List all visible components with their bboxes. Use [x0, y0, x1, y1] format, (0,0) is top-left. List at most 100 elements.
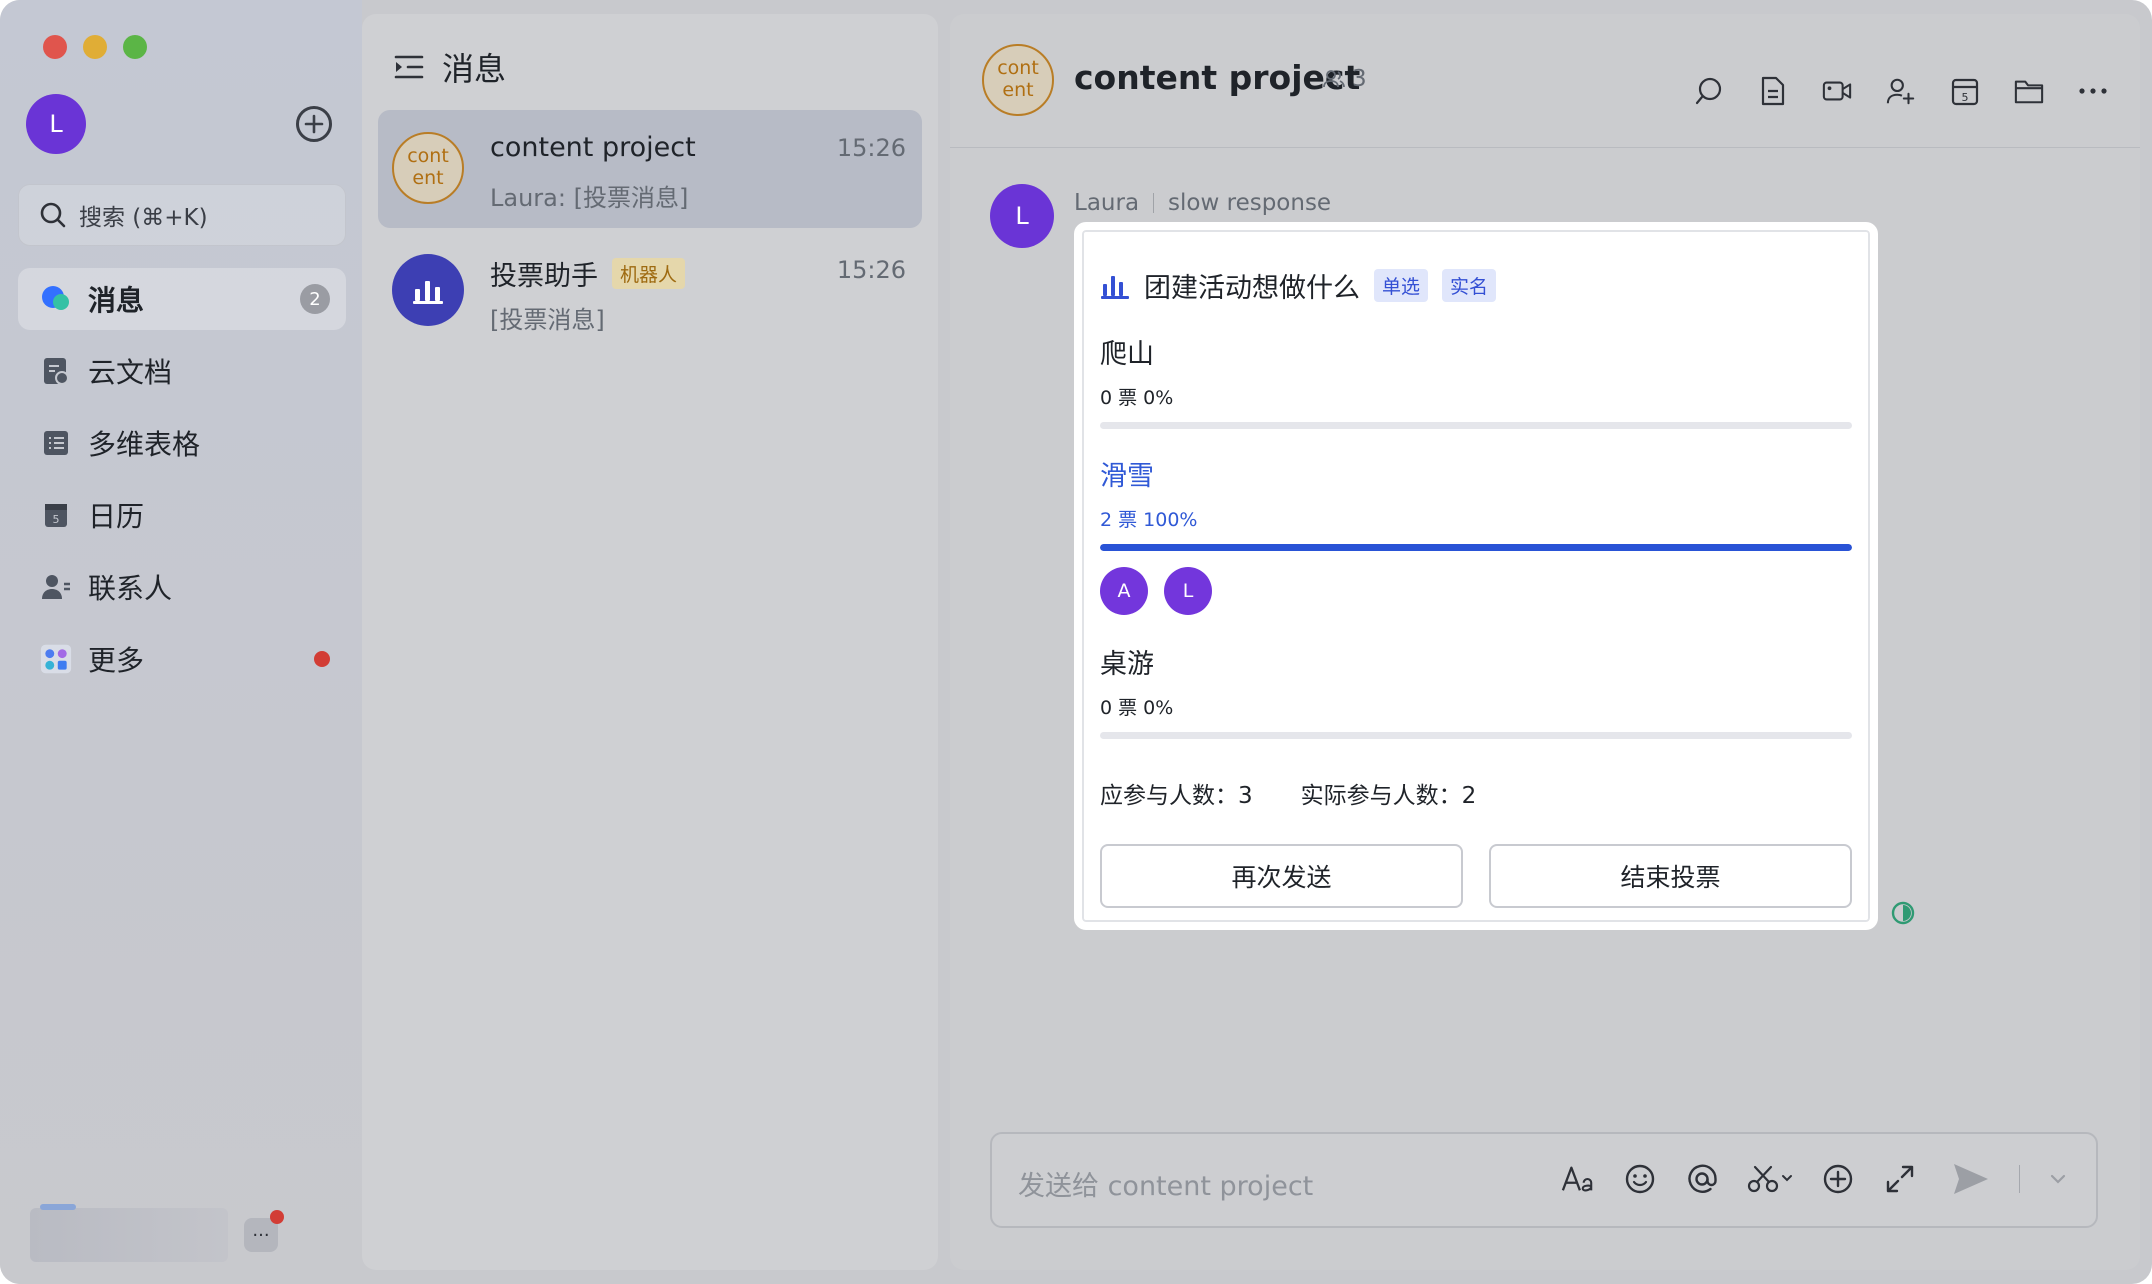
vote-option-boardgames[interactable]: 桌游 0 票 0% — [1100, 642, 1852, 739]
sidebar-item-label: 消息 — [88, 284, 145, 317]
members-icon — [1323, 70, 1345, 88]
send-options-button[interactable] — [2048, 1162, 2068, 1196]
vote-card: 团建活动想做什么 单选 实名 爬山 0 票 0% 滑雪 2 票 100% A L — [1074, 222, 1878, 930]
member-count[interactable]: 3 — [1322, 66, 1367, 92]
sidebar-item-label: 联系人 — [88, 572, 173, 605]
sidebar-item-label: 日历 — [88, 500, 145, 533]
sidebar-item-more[interactable]: 更多 — [18, 628, 346, 690]
expand-icon — [1886, 1165, 1914, 1193]
sidebar-item-calendar[interactable]: 5 日历 — [18, 484, 346, 546]
vote-option-skiing[interactable]: 滑雪 2 票 100% A L — [1100, 454, 1852, 615]
end-vote-button[interactable]: 结束投票 — [1489, 844, 1852, 908]
minimize-window-button[interactable] — [83, 35, 107, 59]
text-format-icon — [1561, 1166, 1593, 1192]
emoji-button[interactable] — [1623, 1162, 1657, 1196]
chat-preview: [投票消息] — [490, 306, 605, 334]
collapse-sidebar-icon[interactable] — [394, 54, 424, 80]
more-button[interactable] — [2078, 76, 2108, 106]
sender-status: slow response — [1168, 190, 1332, 216]
search-chat-button[interactable] — [1694, 76, 1724, 106]
add-member-button[interactable] — [1886, 76, 1916, 106]
plus-circle-icon — [1823, 1164, 1853, 1194]
participation-summary: 应参与人数：3 实际参与人数：2 — [1100, 776, 1476, 810]
chat-header: cont ent content project 3 5 — [950, 14, 2140, 148]
document-icon — [1761, 76, 1785, 106]
group-avatar[interactable]: cont ent — [982, 44, 1054, 116]
poll-chart-icon — [1101, 275, 1129, 299]
search-input[interactable]: 搜索 (⌘+K) — [18, 184, 346, 246]
option-progress-fill — [1100, 544, 1852, 551]
vote-option-hiking[interactable]: 爬山 0 票 0% — [1100, 332, 1852, 429]
sender-avatar[interactable]: L — [990, 184, 1054, 248]
vote-header: 团建活动想做什么 单选 实名 — [1100, 266, 1497, 305]
chat-name-text: content project — [490, 132, 696, 163]
option-stat: 2 票 100% — [1100, 509, 1198, 531]
sidebar-item-label: 更多 — [88, 644, 145, 677]
calendar-icon: 5 — [1951, 78, 1979, 106]
more-options-button[interactable]: ··· — [244, 1210, 284, 1252]
message-meta: Laura slow response — [1074, 190, 1331, 216]
chat-list-title: 消息 — [442, 50, 507, 88]
send-button[interactable] — [1951, 1162, 1991, 1196]
bot-tag: 机器人 — [612, 258, 686, 289]
chat-panel: cont ent content project 3 5 L Laura slo… — [950, 14, 2140, 1270]
bot-avatar — [392, 254, 464, 326]
chevron-down-icon — [2050, 1174, 2066, 1184]
option-stat: 0 票 0% — [1100, 387, 1174, 409]
account-switcher[interactable] — [30, 1204, 228, 1262]
user-avatar[interactable]: L — [26, 94, 86, 154]
input-placeholder: 发送给 content project — [1018, 1171, 1314, 1202]
chat-name-text: 投票助手 — [490, 261, 598, 292]
sidebar-item-contacts[interactable]: 联系人 — [18, 556, 346, 618]
more-dots-icon — [2079, 88, 2107, 94]
close-window-button[interactable] — [43, 35, 67, 59]
mention-button[interactable] — [1685, 1162, 1719, 1196]
screenshot-button[interactable] — [1747, 1162, 1793, 1196]
chat-preview: Laura: [投票消息] — [490, 184, 689, 212]
sidebar-item-bitable[interactable]: 多维表格 — [18, 412, 346, 474]
named-vote-tag: 实名 — [1442, 269, 1497, 302]
resend-vote-button[interactable]: 再次发送 — [1100, 844, 1463, 908]
voter-avatar[interactable]: A — [1100, 567, 1148, 615]
sidebar-item-docs[interactable]: 云文档 — [18, 340, 346, 402]
expand-editor-button[interactable] — [1883, 1162, 1917, 1196]
input-toolbar — [1561, 1162, 2068, 1196]
sidebar-item-messages[interactable]: 消息 2 — [18, 268, 346, 330]
message-input[interactable]: 发送给 content project — [990, 1132, 2098, 1228]
table-icon — [40, 427, 72, 459]
chat-list-header: 消息 — [394, 44, 506, 90]
apps-grid-icon — [40, 643, 72, 675]
voter-avatar[interactable]: L — [1164, 567, 1212, 615]
more-dots-icon: ··· — [252, 1224, 270, 1246]
create-plus-button[interactable] — [296, 106, 332, 142]
maximize-window-button[interactable] — [123, 35, 147, 59]
svg-text:5: 5 — [53, 513, 60, 526]
video-call-button[interactable] — [1822, 76, 1852, 106]
app-window: L 搜索 (⌘+K) 消息 2 云文档 多维表格 5 日历 联系人 更多 ···… — [0, 0, 2152, 1284]
chat-item-vote-assistant[interactable]: 投票助手 机器人 15:26 [投票消息] — [378, 232, 922, 350]
read-status-icon[interactable] — [1890, 900, 1916, 926]
chat-time: 15:26 — [836, 256, 906, 284]
files-button[interactable] — [2014, 76, 2044, 106]
video-camera-icon — [1822, 81, 1852, 101]
cloud-doc-icon — [40, 355, 72, 387]
docs-button[interactable] — [1758, 76, 1788, 106]
sidebar: L 搜索 (⌘+K) 消息 2 云文档 多维表格 5 日历 联系人 更多 ··· — [0, 0, 362, 1284]
chat-item-content-project[interactable]: cont ent content project 15:26 Laura: [投票… — [378, 110, 922, 228]
calendar-button[interactable]: 5 — [1950, 76, 1980, 106]
sender-name[interactable]: Laura — [1074, 190, 1139, 216]
folder-icon — [2014, 80, 2044, 104]
chat-name: content project — [490, 132, 696, 163]
voter-list: A L — [1100, 567, 1852, 615]
at-sign-icon — [1688, 1164, 1717, 1193]
contacts-icon — [40, 571, 72, 603]
expected-participants: 应参与人数：3 — [1100, 783, 1253, 809]
chat-title[interactable]: content project — [1074, 58, 1360, 97]
option-progress-bar — [1100, 544, 1852, 551]
insert-plus-button[interactable] — [1821, 1162, 1855, 1196]
chat-name: 投票助手 机器人 — [490, 254, 686, 293]
text-format-button[interactable] — [1561, 1162, 1595, 1196]
chat-time: 15:26 — [836, 134, 906, 162]
option-stat: 0 票 0% — [1100, 697, 1174, 719]
calendar-icon: 5 — [40, 499, 72, 531]
